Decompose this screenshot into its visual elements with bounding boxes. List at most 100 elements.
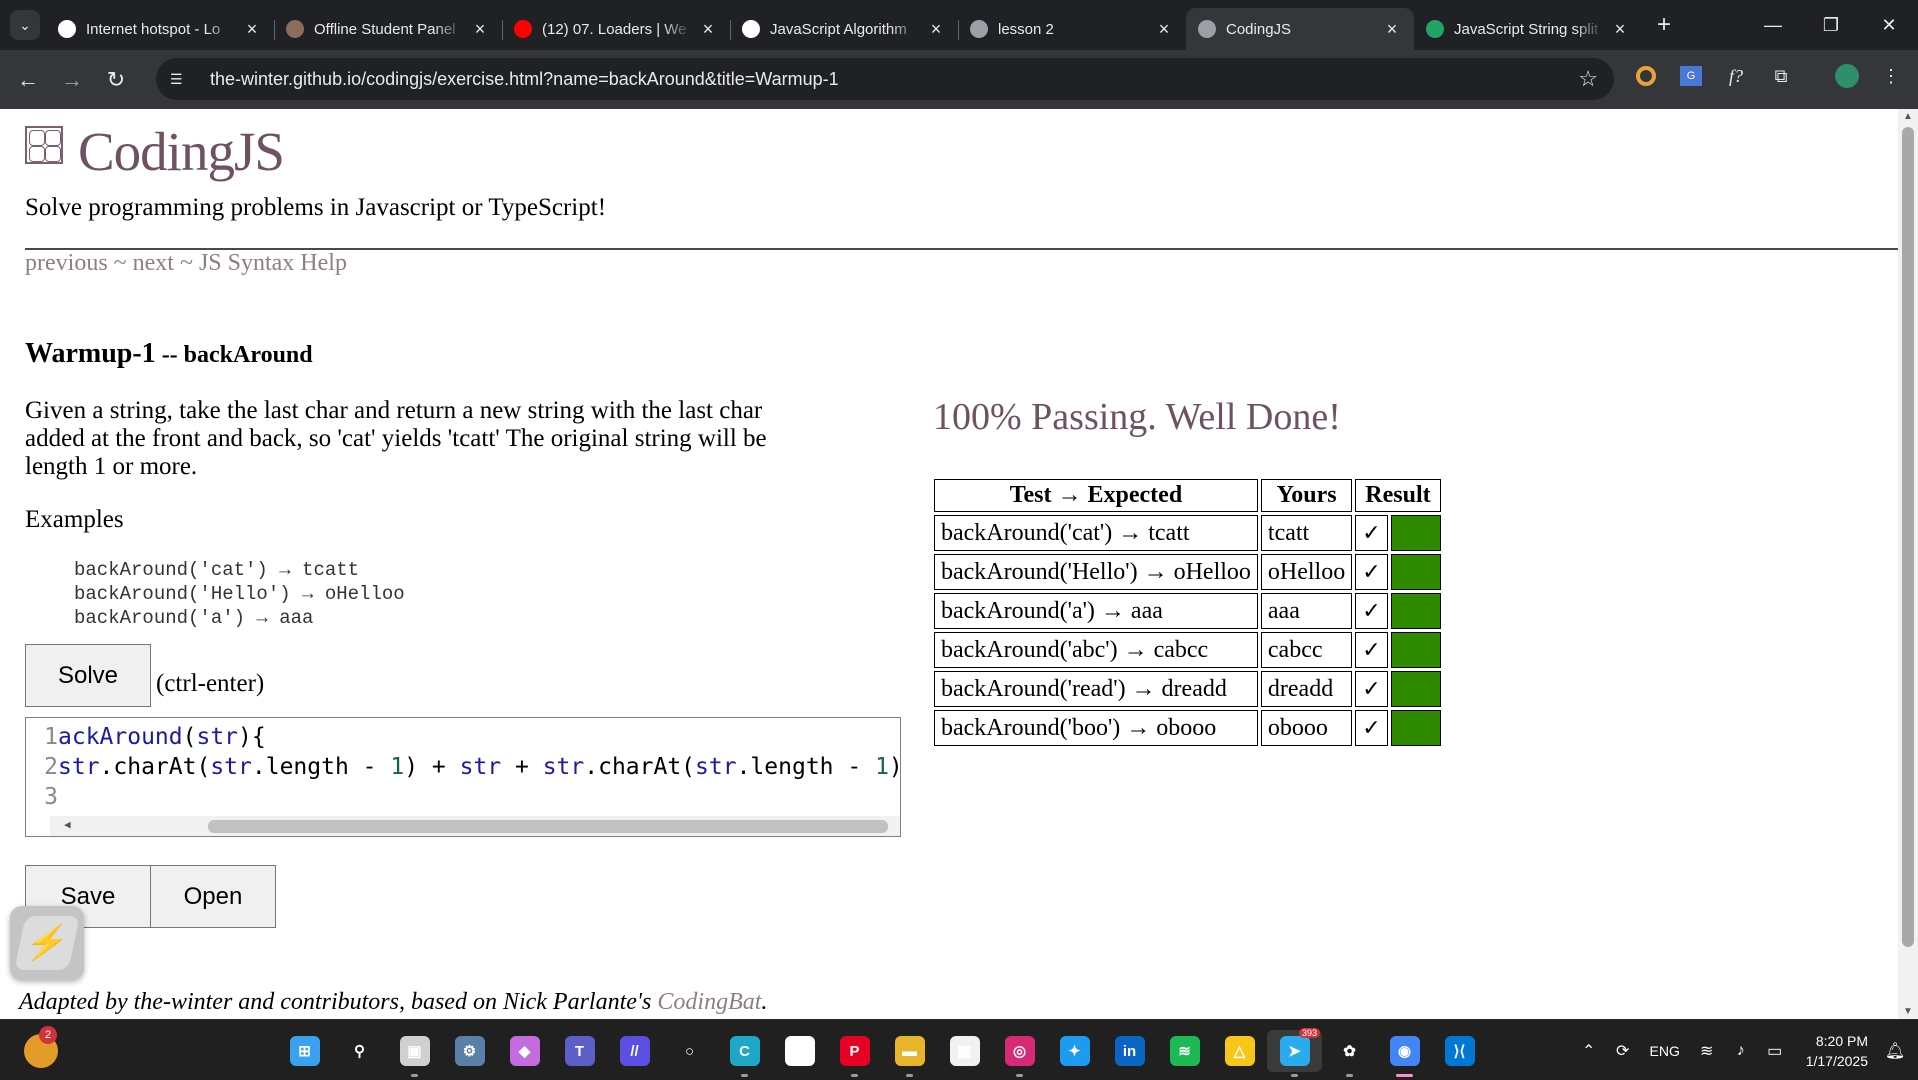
taskbar-app-button[interactable]: ✦ [1047, 1030, 1102, 1072]
result-row: backAround('read') → dreadd dreadd ✓ [934, 671, 1441, 707]
code-token: .charAt( [99, 754, 211, 780]
close-tab-icon[interactable]: × [1154, 19, 1174, 40]
page-vertical-scrollbar[interactable]: ▲ ▼ [1898, 109, 1918, 1019]
code-token: ackAround [58, 724, 183, 750]
taskbar-app-button[interactable]: ○ [662, 1030, 717, 1072]
code-line[interactable] [58, 782, 900, 812]
taskbar-app-button[interactable]: ⚲ [332, 1030, 387, 1072]
tab-title: JavaScript String split [1454, 20, 1599, 38]
url-text[interactable]: the-winter.github.io/codingjs/exercise.h… [210, 69, 839, 90]
js-syntax-help-link[interactable]: JS Syntax Help [199, 250, 347, 276]
bookmark-star-icon[interactable]: ☆ [1578, 66, 1598, 92]
previous-link[interactable]: previous [25, 250, 108, 276]
taskbar-app-button[interactable]: ⊞ [277, 1030, 332, 1072]
taskbar-app-button[interactable]: ⟩⟨ [1432, 1030, 1487, 1072]
youtube-icon [514, 20, 532, 38]
close-tab-icon[interactable]: × [1610, 19, 1630, 40]
chevron-up-icon[interactable]: ⌃ [1572, 1041, 1606, 1061]
new-tab-button[interactable]: + [1646, 7, 1682, 43]
taskbar-app-button[interactable]: ▣ [387, 1030, 442, 1077]
close-tab-icon[interactable]: × [242, 19, 262, 40]
cortana-icon: ○ [684, 1042, 695, 1060]
code-line[interactable]: str.charAt(str.length - 1) + str + str.c… [58, 752, 900, 782]
scroll-down-arrow-icon[interactable]: ▼ [1898, 1006, 1918, 1017]
taskbar-app-button[interactable]: T [552, 1030, 607, 1072]
next-link[interactable]: next [133, 250, 174, 276]
taskbar-app-button[interactable]: ▦ [937, 1030, 992, 1072]
browser-tab[interactable]: Offline Student Panel × [274, 8, 502, 50]
color-extension-icon[interactable] [1632, 62, 1660, 90]
close-tab-icon[interactable]: × [470, 19, 490, 40]
address-bar[interactable]: ☰ the-winter.github.io/codingjs/exercise… [156, 58, 1614, 100]
exercise-name: backAround [183, 342, 313, 368]
taskbar-app-button[interactable]: ⚙ [442, 1030, 497, 1072]
scroll-left-arrow-icon[interactable]: ◀ [64, 818, 71, 831]
taskbar-app-button[interactable]: ◉ [1377, 1030, 1432, 1077]
profile-avatar[interactable] [1833, 62, 1861, 90]
browser-tab[interactable]: lesson 2 × [958, 8, 1186, 50]
solve-button[interactable]: Solve [25, 644, 151, 707]
taskbar-app-button[interactable]: ✿ [1322, 1030, 1377, 1077]
site-info-icon[interactable]: ☰ [170, 71, 190, 88]
taskbar-app-button[interactable]: ▬ [882, 1030, 937, 1077]
floating-app-button[interactable]: ⚡ [10, 906, 84, 980]
taskbar-app-button[interactable]: ✂ [772, 1030, 827, 1072]
column-header: Test → Expected [934, 479, 1258, 512]
page-scrollbar-thumb[interactable] [1902, 127, 1914, 947]
code-line[interactable]: ackAround(str){ [58, 722, 900, 752]
taskbar-app-button[interactable]: ◆ [497, 1030, 552, 1072]
reload-button[interactable]: ↻ [94, 58, 138, 102]
footer-text: Adapted by the-winter and contributors, … [19, 989, 658, 1015]
minimize-button[interactable]: — [1744, 0, 1802, 50]
close-tab-icon[interactable]: × [1382, 19, 1402, 40]
scroll-up-arrow-icon[interactable]: ▲ [1898, 111, 1918, 122]
volume-icon[interactable]: ♪ [1724, 1042, 1758, 1060]
close-tab-icon[interactable]: × [698, 19, 718, 40]
wifi-icon[interactable]: ≋ [1690, 1041, 1724, 1061]
code-content[interactable]: ackAround(str){str.charAt(str.length - 1… [58, 722, 900, 812]
vs-icon: // [619, 1036, 650, 1066]
browser-tab[interactable]: Internet hotspot - Lo × [46, 8, 274, 50]
language-indicator[interactable]: ENG [1640, 1043, 1690, 1059]
browser-tab[interactable]: (12) 07. Loaders | We × [502, 8, 730, 50]
codingbat-link[interactable]: CodingBat [657, 989, 761, 1015]
tab-title: (12) 07. Loaders | We [542, 20, 687, 38]
close-tab-icon[interactable]: × [926, 19, 946, 40]
code-token: .length - [251, 754, 391, 780]
chrome-icon: ◉ [1389, 1036, 1420, 1066]
menu-dots-icon[interactable]: ⋮ [1877, 62, 1905, 90]
yours-cell: oHelloo [1260, 554, 1353, 590]
forward-button[interactable]: → [50, 58, 94, 102]
open-button[interactable]: Open [150, 865, 276, 928]
pass-indicator [1390, 593, 1441, 629]
sync-icon[interactable]: ⟳ [1606, 1041, 1640, 1061]
extensions-puzzle-icon[interactable]: ⧉ [1767, 62, 1795, 90]
taskbar-app-button[interactable]: ◎ [992, 1030, 1047, 1077]
taskbar-app-button[interactable]: // [607, 1030, 662, 1072]
telegram-badge: 393 [1298, 1028, 1320, 1038]
translate-extension-icon[interactable]: G [1677, 62, 1705, 90]
taskbar-app-button[interactable]: ➤ 393 [1267, 1028, 1322, 1077]
tab-search-button[interactable]: ⌄ [10, 10, 40, 40]
close-window-button[interactable]: ✕ [1860, 0, 1918, 50]
tab-title: JavaScript Algorithm [770, 20, 907, 38]
clock[interactable]: 8:20 PM 1/17/2025 [1806, 1031, 1868, 1071]
back-button[interactable]: ← [6, 58, 50, 102]
notification-bell-icon[interactable]: 🔔︎ [1878, 1041, 1912, 1061]
column-header: Result [1355, 479, 1441, 512]
editor-horizontal-scrollbar[interactable]: ◀ ▶ [50, 816, 900, 836]
footer: Adapted by the-winter and contributors, … [19, 989, 767, 1016]
taskbar-app-button[interactable]: △ [1212, 1030, 1267, 1072]
browser-tab[interactable]: JavaScript Algorithm × [730, 8, 958, 50]
formula-extension-icon[interactable]: f? [1722, 62, 1750, 90]
taskbar-app-button[interactable]: P [827, 1030, 882, 1077]
scrollbar-thumb[interactable] [208, 820, 888, 833]
restore-button[interactable]: ❐ [1802, 0, 1860, 50]
battery-icon[interactable]: ▭ [1758, 1041, 1792, 1061]
taskbar-app-button[interactable]: in [1102, 1030, 1157, 1072]
taskbar-app-button[interactable]: C [717, 1030, 772, 1077]
code-editor[interactable]: 123 ackAround(str){str.charAt(str.length… [25, 717, 901, 837]
taskbar-app-button[interactable]: ≋ [1157, 1030, 1212, 1072]
browser-tab[interactable]: CodingJS × [1186, 8, 1414, 50]
browser-tab[interactable]: JavaScript String split × [1414, 8, 1642, 50]
